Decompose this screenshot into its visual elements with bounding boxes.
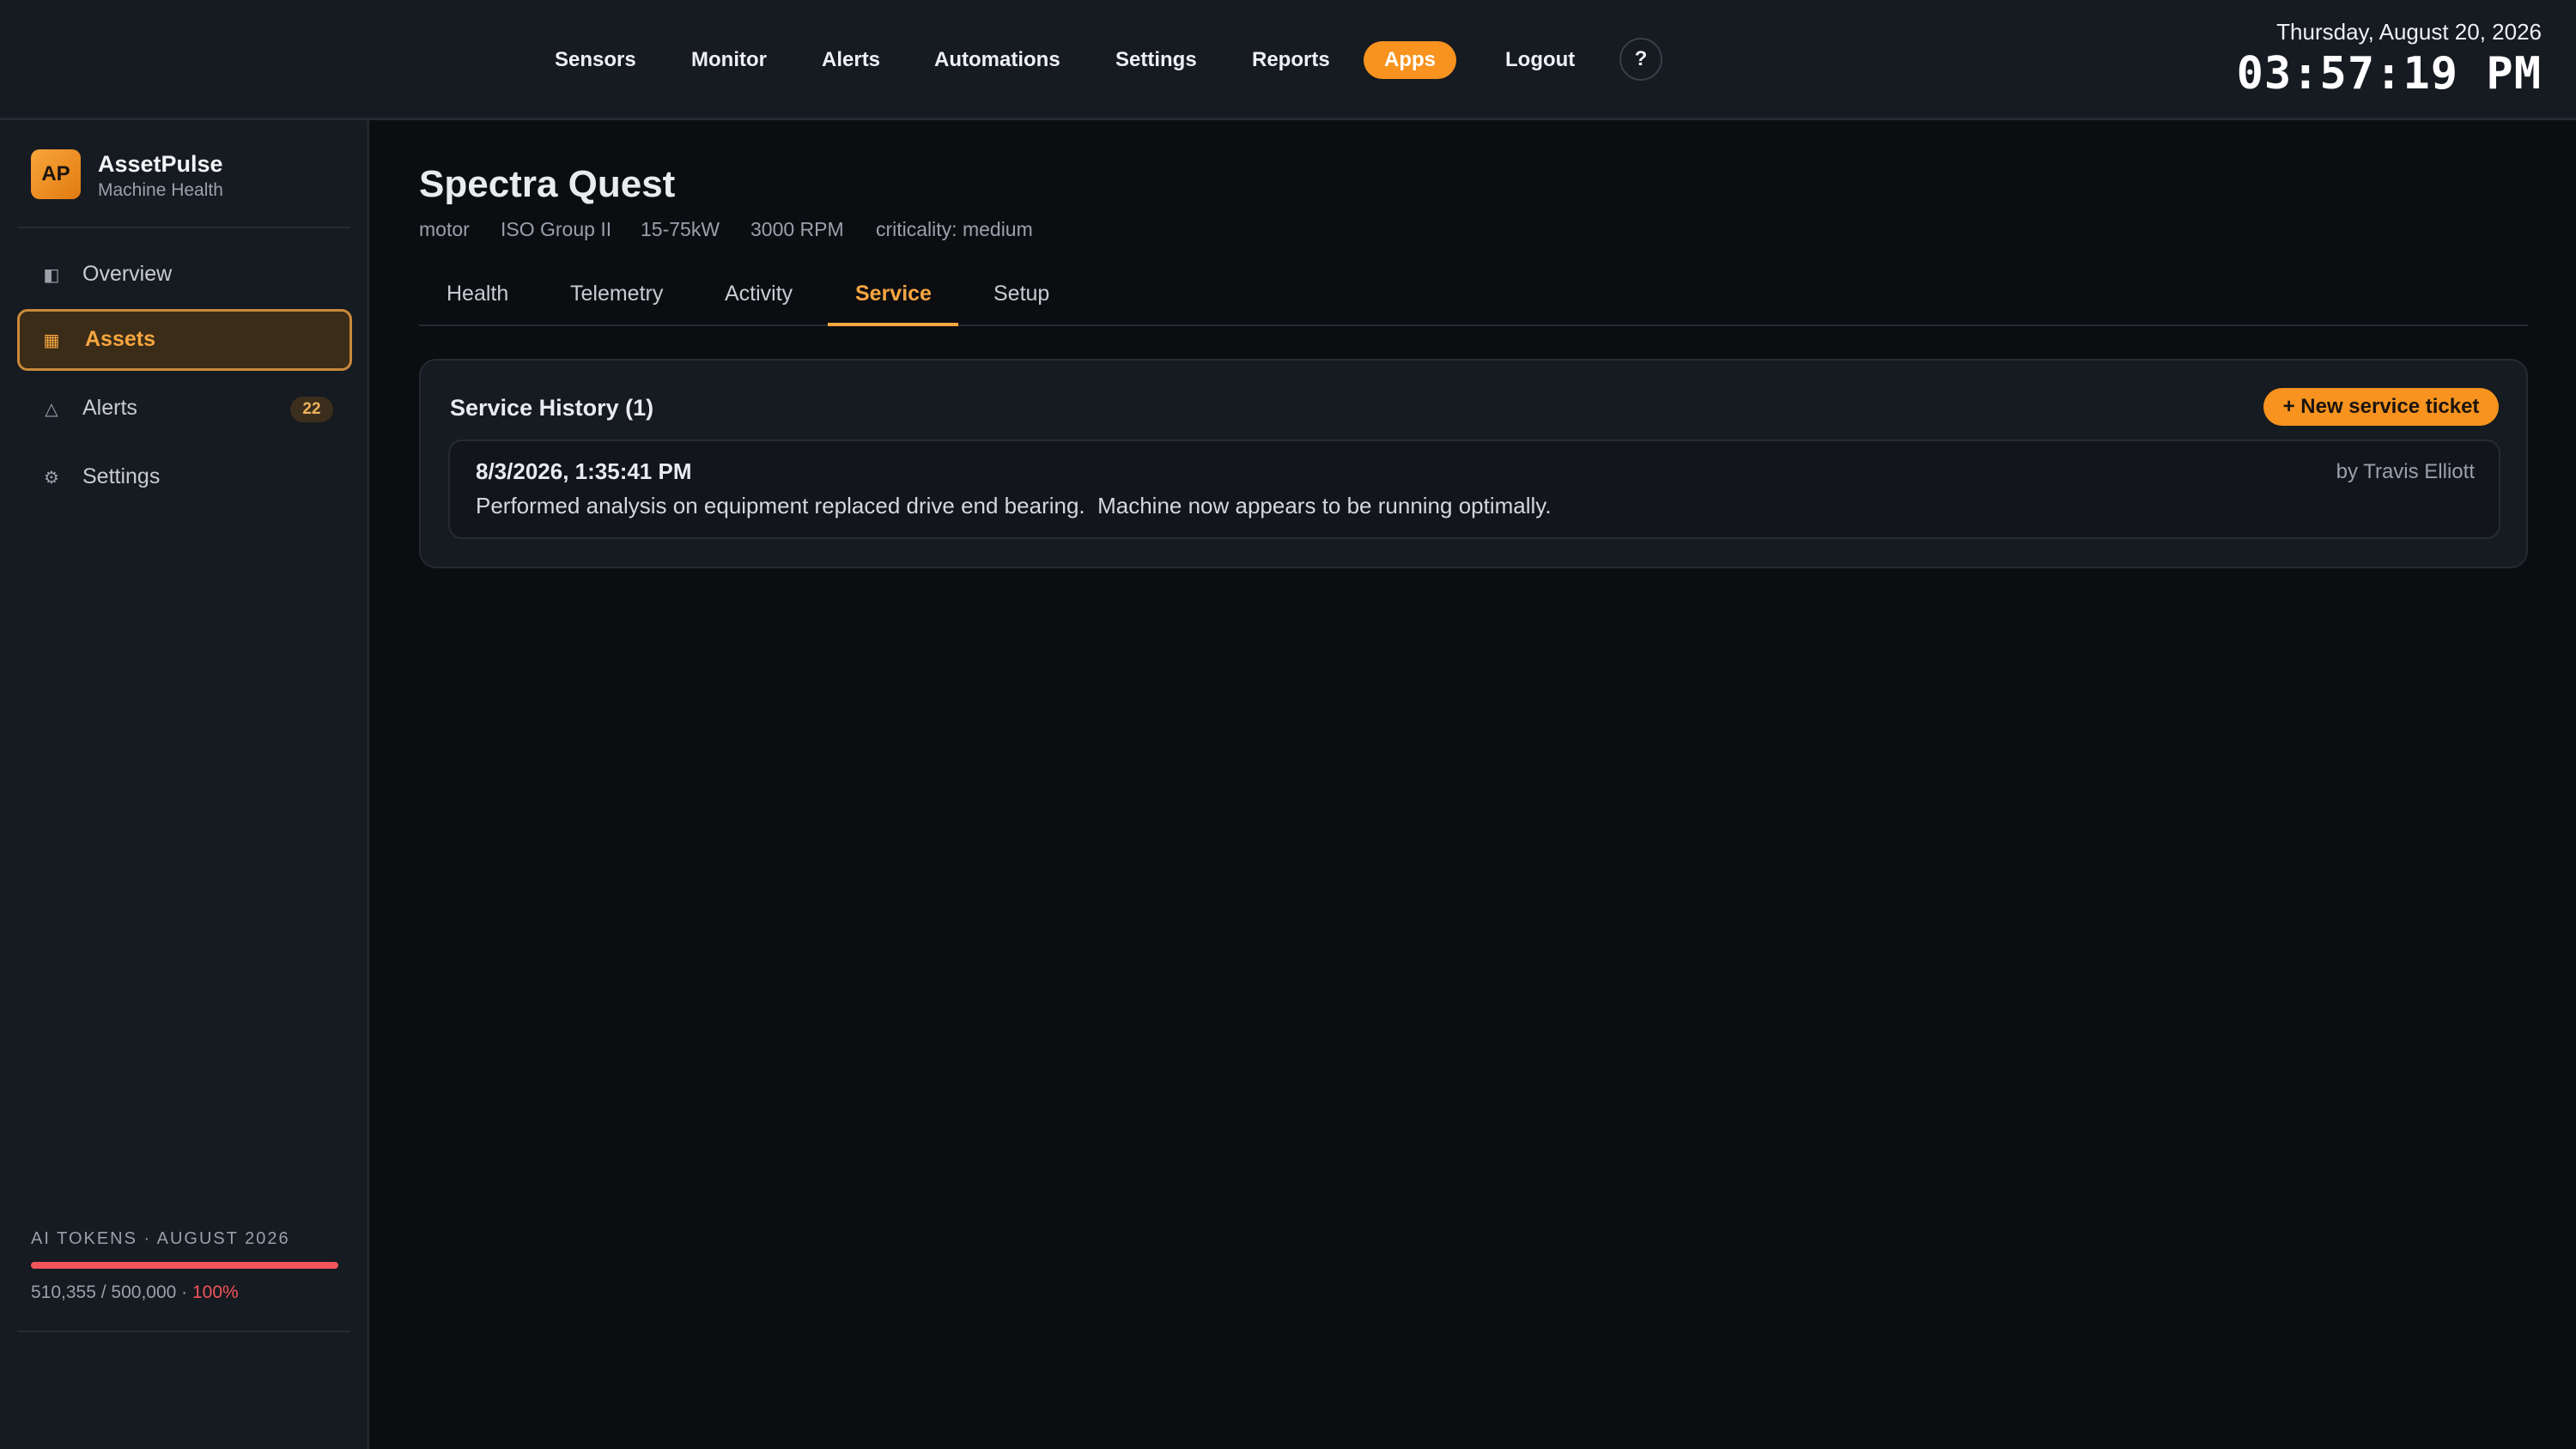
token-usage-bar <box>31 1262 338 1269</box>
sidebar-item-assets[interactable]: ▦ Assets <box>17 309 352 371</box>
sidebar-item-label: Settings <box>82 464 161 488</box>
nav-settings[interactable]: Settings <box>1115 41 1197 79</box>
app-logo: AP <box>31 149 81 199</box>
tabs-divider <box>419 324 2528 326</box>
asset-type: motor <box>419 218 470 240</box>
gear-icon: ⚙ <box>44 469 59 488</box>
current-time: 03:57:19 PM <box>2236 48 2542 100</box>
nav-monitor[interactable]: Monitor <box>691 41 767 79</box>
service-entry: 8/3/2026, 1:35:41 PM by Travis Elliott P… <box>448 440 2500 539</box>
sidebar-item-label: Alerts <box>82 396 137 420</box>
alerts-count-badge: 22 <box>290 397 333 422</box>
new-service-ticket-button[interactable]: + New service ticket <box>2263 388 2499 426</box>
sidebar-divider <box>17 227 350 228</box>
tab-health[interactable]: Health <box>447 282 508 306</box>
service-entry-date: 8/3/2026, 1:35:41 PM <box>476 458 692 484</box>
logout-button[interactable]: Logout <box>1505 41 1575 79</box>
warning-triangle-icon: △ <box>45 400 58 419</box>
nav-automations[interactable]: Automations <box>934 41 1060 79</box>
nav-sensors[interactable]: Sensors <box>555 41 636 79</box>
tab-telemetry[interactable]: Telemetry <box>570 282 663 306</box>
sidebar-item-alerts[interactable]: △ Alerts 22 <box>17 378 352 440</box>
token-usage-bar-fill <box>31 1262 338 1269</box>
overview-icon: ◧ <box>43 266 60 285</box>
service-entry-author: by Travis Elliott <box>2336 460 2475 483</box>
nav-apps-button[interactable]: Apps <box>1364 41 1456 79</box>
nav-alerts[interactable]: Alerts <box>822 41 880 79</box>
current-date: Thursday, August 20, 2026 <box>2276 19 2542 45</box>
sidebar-item-settings[interactable]: ⚙ Settings <box>17 446 352 508</box>
assets-grid-icon: ▦ <box>43 331 60 350</box>
sidebar-item-label: Assets <box>85 327 155 351</box>
sidebar: AP AssetPulse Machine Health ◧ Overview … <box>0 120 369 1449</box>
brand-subtitle: Machine Health <box>98 180 223 200</box>
asset-power-range: 15-75kW <box>641 218 720 240</box>
token-usage-percent: 100% <box>192 1282 239 1302</box>
sidebar-item-label: Overview <box>82 262 173 286</box>
asset-rpm: 3000 RPM <box>750 218 844 240</box>
token-usage-text: 510,355 / 500,000 · 100% <box>31 1282 239 1303</box>
active-tab-indicator <box>828 323 958 326</box>
token-usage-label: AI TOKENS · AUGUST 2026 <box>31 1229 290 1248</box>
asset-criticality: criticality: medium <box>876 218 1033 240</box>
service-history-panel: Service History (1) + New service ticket… <box>419 359 2528 568</box>
tab-setup[interactable]: Setup <box>993 282 1049 306</box>
sidebar-item-overview[interactable]: ◧ Overview <box>17 244 352 306</box>
top-navigation-bar: Sensors Monitor Alerts Automations Setti… <box>0 0 2576 120</box>
tab-activity[interactable]: Activity <box>725 282 793 306</box>
tab-service[interactable]: Service <box>855 282 932 306</box>
service-history-title: Service History (1) <box>450 395 654 421</box>
usage-divider <box>17 1331 350 1332</box>
service-entry-text: Performed analysis on equipment replaced… <box>476 493 1552 518</box>
brand-name: AssetPulse <box>98 151 223 177</box>
nav-reports[interactable]: Reports <box>1252 41 1330 79</box>
help-button[interactable]: ? <box>1619 38 1662 81</box>
page-title: Spectra Quest <box>419 163 676 205</box>
token-usage-count: 510,355 / 500,000 · <box>31 1282 192 1302</box>
asset-iso-group: ISO Group II <box>501 218 612 240</box>
